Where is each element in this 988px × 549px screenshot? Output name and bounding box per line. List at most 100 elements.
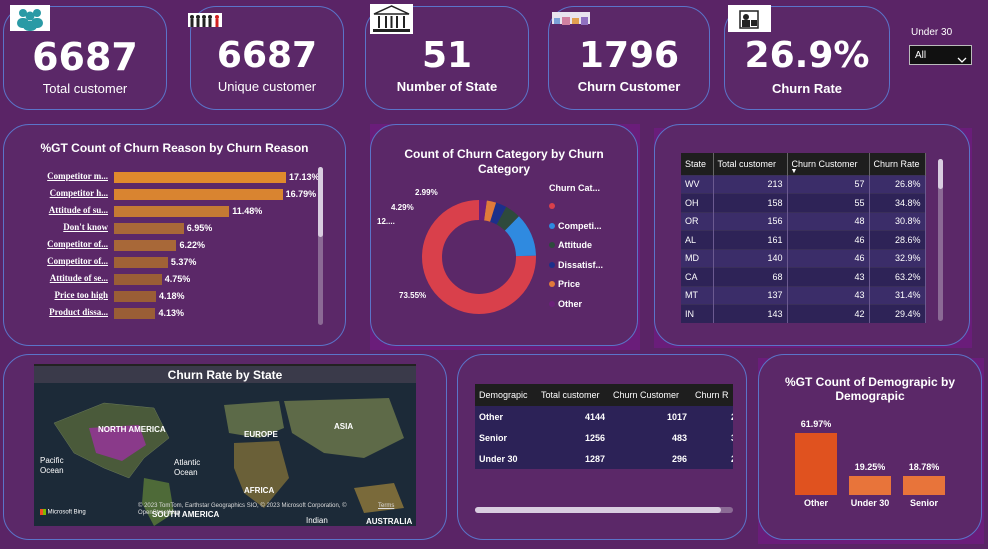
bar-row[interactable]: Product dissa... 4.13% <box>36 307 326 320</box>
table-cell: 28.6% <box>869 230 926 249</box>
map-card: Churn Rate by State NORTH AMERICA EUROPE… <box>3 354 447 540</box>
column-header-churn-customer[interactable]: Churn Customer <box>609 384 691 406</box>
table-row[interactable]: Other4144101724 <box>475 406 733 427</box>
column-header-state[interactable]: State <box>681 153 714 175</box>
chevron-down-icon <box>957 49 967 68</box>
bar-category-label: Other <box>803 498 828 508</box>
bar[interactable] <box>795 433 837 495</box>
table-row[interactable]: CA 68 43 63.2% <box>681 267 926 286</box>
bar[interactable] <box>114 172 286 183</box>
people-group-icon <box>10 5 50 31</box>
table-cell: 42 <box>787 304 870 323</box>
bar-row[interactable]: Competitor of... 5.37% <box>36 256 326 269</box>
demographic-table-card: Demograpic Total customer Churn Customer… <box>457 354 747 540</box>
bing-brand-label: Microsoft Bing <box>47 509 86 516</box>
scrollbar-thumb[interactable] <box>318 167 323 237</box>
dropdown-selected-value: All <box>915 50 927 61</box>
bar-value-label: 6.95% <box>186 223 213 233</box>
bar-category-label: Attitude of su... <box>48 205 108 215</box>
map-title: Churn Rate by State <box>34 366 416 383</box>
table-row[interactable]: WV 213 57 26.8% <box>681 174 926 194</box>
horizontal-scrollbar-thumb[interactable] <box>475 507 721 513</box>
column-header-demograpic[interactable]: Demograpic <box>475 384 537 406</box>
bar[interactable] <box>114 308 156 319</box>
kpi-value: 6687 <box>216 35 318 76</box>
government-building-icon <box>370 4 413 34</box>
column-header-churn-rate[interactable]: Churn R <box>691 384 733 406</box>
column-header-total-customer[interactable]: Total customer <box>537 384 609 406</box>
bar-category-label: Competitor of... <box>47 239 108 249</box>
table-cell: 213 <box>713 174 788 194</box>
bar[interactable] <box>849 475 891 495</box>
table-row[interactable]: MT 137 43 31.4% <box>681 285 926 305</box>
donut-data-label: 4.29% <box>391 203 414 212</box>
legend-label: Price <box>558 279 581 289</box>
bar-value-label: 4.75% <box>164 274 191 284</box>
bar[interactable] <box>114 274 162 285</box>
kpi-value: 51 <box>421 35 473 76</box>
person-lock-icon <box>728 5 771 32</box>
kpi-label: Unique customer <box>217 79 317 94</box>
bar-category-label: Competitor m... <box>47 171 108 181</box>
legend-item[interactable]: Attitude <box>549 240 592 250</box>
bar[interactable] <box>114 206 230 217</box>
map-label-pacific: Pacific Ocean <box>40 456 64 476</box>
table-cell: 68 <box>713 267 788 286</box>
map-label-north-america: NORTH AMERICA <box>98 425 166 434</box>
bar-row[interactable]: Don't know 6.95% <box>36 222 326 235</box>
scrollbar-thumb[interactable] <box>938 159 943 189</box>
table-cell: 158 <box>713 193 788 212</box>
table-row[interactable]: OH 158 55 34.8% <box>681 193 926 212</box>
table-row[interactable]: Under 30128729623 <box>475 448 733 469</box>
bar[interactable] <box>114 223 184 234</box>
table-header-row: State Total customer Churn Customer ▼ Ch… <box>681 153 926 175</box>
bar-row[interactable]: Attitude of se... 4.75% <box>36 273 326 286</box>
bar[interactable] <box>114 189 283 200</box>
bar[interactable] <box>903 476 945 495</box>
bar-value-label: 5.37% <box>170 257 197 267</box>
bar-value-label: 16.79% <box>285 189 317 199</box>
map-terms-link[interactable]: Terms <box>378 503 394 509</box>
legend-marker <box>549 222 555 229</box>
column-header-churn-rate[interactable]: Churn Rate <box>869 153 926 175</box>
table-row[interactable]: Senior125648338 <box>475 427 733 448</box>
bar-row[interactable]: Competitor of... 6.22% <box>36 239 326 252</box>
legend-label: Other <box>558 298 583 309</box>
table-cell: MD <box>681 248 714 268</box>
table-cell: 32.9% <box>869 248 926 268</box>
table-cell: 1256 <box>537 427 609 448</box>
legend-item[interactable]: Price <box>549 279 580 289</box>
legend-item[interactable]: Other <box>549 299 582 309</box>
bar[interactable] <box>114 240 177 251</box>
column-header-total-customer[interactable]: Total customer <box>713 153 788 175</box>
table-cell: IN <box>681 304 714 323</box>
table-cell: Senior <box>475 427 537 448</box>
legend-title: Churn Cat... <box>549 183 600 193</box>
churn-category-card: Count of Churn Category by Churn Categor… <box>370 124 638 346</box>
map-container[interactable]: Churn Rate by State NORTH AMERICA EUROPE… <box>34 364 416 526</box>
legend-label: Attitude <box>558 240 592 250</box>
table-cell: 1287 <box>537 448 609 469</box>
bar-row[interactable]: Competitor m... 17.13% <box>36 171 326 184</box>
bar-value-label: 61.97% <box>800 419 832 429</box>
bar-row[interactable]: Price too high 4.18% <box>36 290 326 303</box>
table-cell: 26.8% <box>869 174 926 194</box>
under-30-filter-dropdown[interactable]: All <box>909 45 972 65</box>
demographic-table-container: Demograpic Total customer Churn Customer… <box>475 384 733 469</box>
legend-item[interactable]: Competi... <box>549 221 602 231</box>
bar[interactable] <box>114 257 168 268</box>
table-row[interactable]: OR 156 48 30.8% <box>681 211 926 231</box>
legend-item[interactable]: Dissatisf... <box>549 260 603 270</box>
bar-row[interactable]: Competitor h... 16.79% <box>36 188 326 201</box>
table-row[interactable]: AL 161 46 28.6% <box>681 230 926 249</box>
bar[interactable] <box>114 291 156 302</box>
map-attribution: © 2023 TomTom, Earthstar Geographics SIO… <box>138 503 347 516</box>
table-row[interactable]: MD 140 46 32.9% <box>681 248 926 268</box>
kpi-label: Total customer <box>42 81 128 96</box>
churn-image-icon <box>552 12 590 25</box>
table-row[interactable]: IN 143 42 29.4% <box>681 304 926 323</box>
bar-row[interactable]: Attitude of su... 11.48% <box>36 205 326 218</box>
column-header-churn-customer[interactable]: Churn Customer ▼ <box>787 153 870 175</box>
legend-item[interactable] <box>549 201 558 211</box>
churn-category-donut-chart <box>422 200 536 314</box>
